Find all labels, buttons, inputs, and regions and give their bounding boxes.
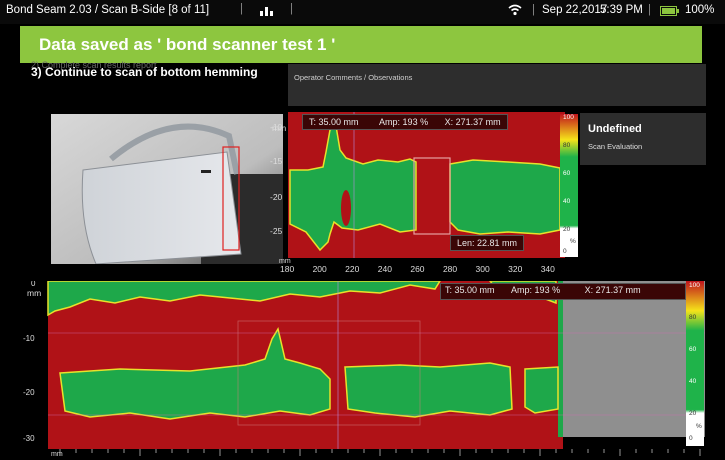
status-bar: Bond Seam 2.03 / Scan B-Side [8 of 11] |…: [0, 0, 725, 24]
top-x-readout: X: 271.37 mm: [444, 117, 501, 127]
evaluation-label: Scan Evaluation: [588, 142, 643, 151]
wifi-icon: [508, 4, 522, 19]
operator-comments-field[interactable]: Operator Comments / Observations: [288, 64, 706, 106]
bottom-cscan-chart[interactable]: 0 -10 -20 -30: [20, 281, 725, 460]
top-y-tick-label: -20: [270, 192, 283, 202]
top-x-tick-label: 340: [541, 264, 555, 274]
save-notification-text: Data saved as ' bond scanner test 1 ': [39, 35, 336, 54]
scan-edge: [558, 281, 563, 437]
top-x-unit: mm: [279, 258, 291, 265]
scale-tick: 0: [689, 435, 693, 442]
battery-percent: 100%: [685, 4, 715, 16]
signal-icon[interactable]: [257, 3, 277, 20]
scale-tick: 20: [563, 226, 571, 233]
bottom-x-readout: X: 271.37 mm: [584, 285, 641, 295]
top-readout-bar: T: 35.00 mm Amp: 193 % X: 271.37 mm: [302, 114, 508, 130]
top-x-tick-label: 320: [508, 264, 522, 274]
instruction-line-3: 3) Continue to scan of bottom hemming: [31, 65, 258, 79]
scale-unit: %: [570, 238, 576, 245]
bottom-y-unit: mm: [27, 288, 42, 298]
bottom-t-readout: T: 35.00 mm: [445, 285, 495, 295]
top-cscan-chart[interactable]: -10-15-20-25 180 200 220 240 260 280 300 320 340: [268, 112, 580, 282]
scale-tick: 0: [563, 248, 567, 255]
status-time: 5:39 PM: [600, 4, 643, 16]
length-readout: Len: 22.81 mm: [450, 235, 525, 251]
screen-title: Bond Seam 2.03 / Scan B-Side [8 of 11]: [6, 4, 210, 16]
top-x-tick-label: 180: [280, 264, 294, 274]
scale-tick: 100: [689, 282, 700, 289]
top-y-unit: mm: [272, 123, 287, 133]
bottom-x-unit: mm: [51, 451, 63, 458]
scale-unit: %: [696, 423, 702, 430]
top-x-tick-label: 280: [443, 264, 457, 274]
top-amp-readout: Amp: 193 %: [379, 117, 429, 127]
top-scan-bond-region-right: [449, 159, 561, 235]
bottom-y-tick-label: 0: [31, 281, 36, 288]
bottom-y-tick-label: -10: [23, 334, 35, 343]
top-scan-void: [341, 190, 351, 226]
top-x-tick-label: 240: [378, 264, 392, 274]
scale-tick: 60: [563, 170, 571, 177]
battery-icon: [660, 6, 680, 20]
evaluation-status: Undefined: [588, 123, 642, 135]
bottom-scan-bond-right: [524, 366, 559, 414]
divider: |: [290, 3, 293, 15]
scale-tick: 40: [689, 378, 697, 385]
top-x-tick-label: 260: [410, 264, 424, 274]
scale-tick: 40: [563, 198, 571, 205]
scale-tick: 80: [563, 142, 571, 149]
operator-comments-placeholder: Operator Comments / Observations: [294, 73, 413, 82]
top-y-tick-label: -25: [270, 226, 283, 236]
scan-evaluation-panel[interactable]: Undefined Scan Evaluation: [580, 113, 706, 165]
divider: |: [648, 4, 651, 16]
bottom-scan-gap: [513, 373, 523, 409]
top-color-scale: 100 80 60 40 20 % 0: [560, 114, 578, 257]
unscanned-region: [563, 281, 705, 437]
divider: |: [532, 4, 535, 16]
bottom-y-tick-label: -20: [23, 388, 35, 397]
top-x-tick-label: 220: [345, 264, 359, 274]
bottom-readout-bar: T: 35.00 mm Amp: 193 % X: 271.37 mm: [440, 283, 686, 300]
top-y-tick-label: -15: [270, 156, 283, 166]
part-photo: [51, 114, 283, 264]
scale-tick: 80: [689, 314, 697, 321]
bottom-amp-readout: Amp: 193 %: [511, 285, 561, 295]
top-x-tick-label: 300: [476, 264, 490, 274]
scale-tick: 100: [563, 114, 574, 121]
scale-tick: 60: [689, 346, 697, 353]
status-date: Sep 22,2017: [542, 4, 608, 16]
top-t-readout: T: 35.00 mm: [309, 117, 359, 127]
bottom-color-scale: 100 80 60 40 20 % 0: [686, 281, 704, 446]
divider: |: [240, 3, 243, 15]
scale-tick: 20: [689, 410, 697, 417]
bottom-y-tick-label: -30: [23, 434, 35, 443]
top-x-tick-label: 200: [313, 264, 327, 274]
bottom-scan-bond-mid: [344, 362, 513, 418]
save-notification[interactable]: Data saved as ' bond scanner test 1 ': [20, 26, 702, 63]
